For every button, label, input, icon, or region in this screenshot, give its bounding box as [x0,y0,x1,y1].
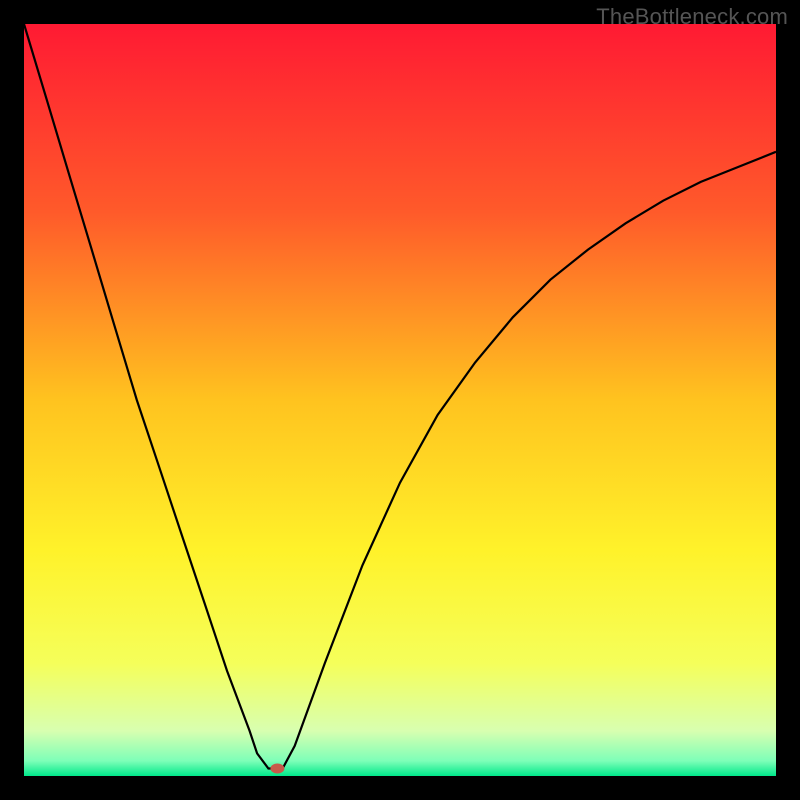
bottleneck-chart [24,24,776,776]
chart-outer-frame: TheBottleneck.com [0,0,800,800]
plot-frame [24,24,776,776]
minimum-marker [270,764,284,774]
watermark-text: TheBottleneck.com [596,4,788,30]
